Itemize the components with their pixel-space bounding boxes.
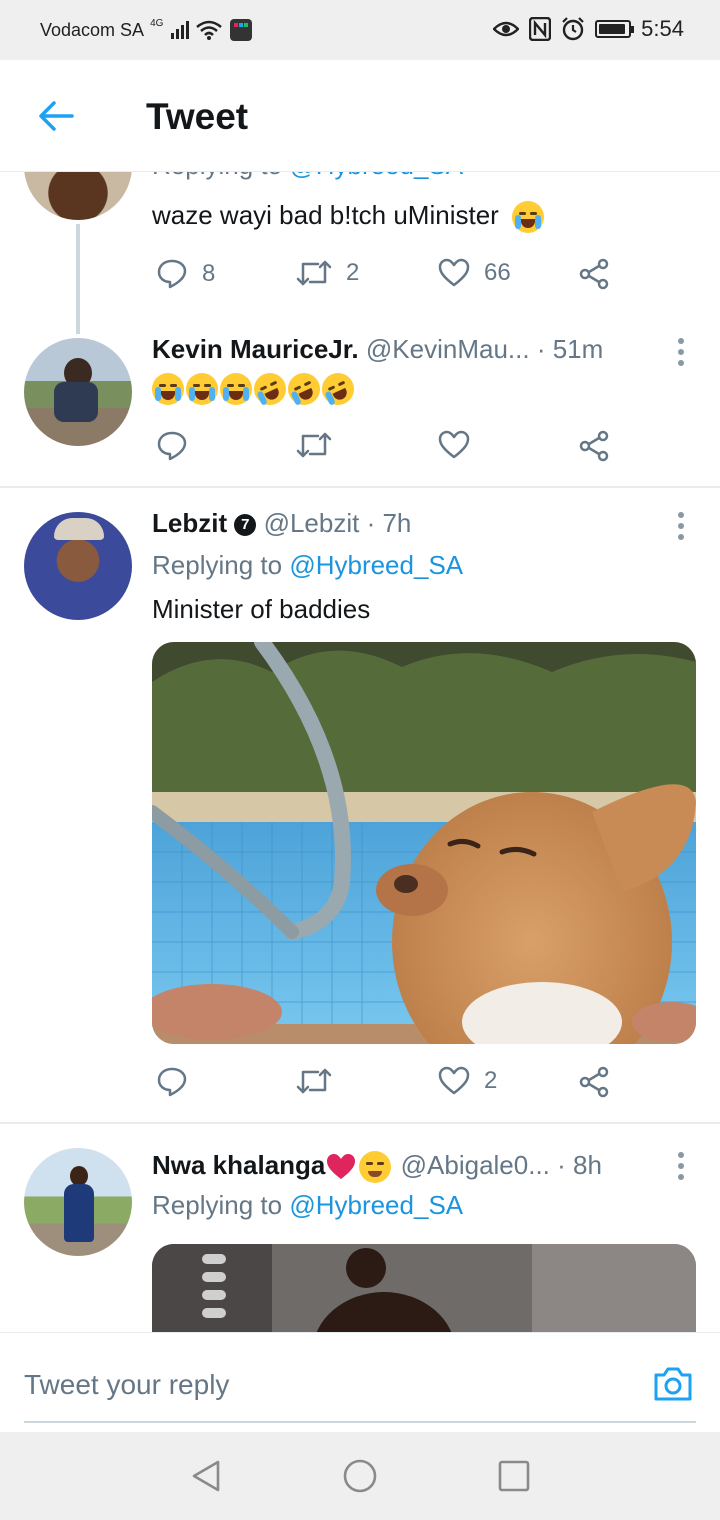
timestamp: · 7h: [366, 508, 412, 538]
back-arrow-icon[interactable]: [36, 96, 76, 136]
tweet-header: Nwa khalanga @Abigale0... · 8h: [152, 1150, 602, 1184]
reply-icon: [157, 431, 187, 461]
tweet-text: [152, 367, 360, 411]
retweet-count: 2: [346, 259, 360, 286]
reply-icon: [157, 259, 187, 289]
retweet-button[interactable]: [296, 430, 346, 460]
reply-button[interactable]: [156, 1066, 202, 1098]
like-count: 66: [484, 259, 511, 286]
heart-icon: [438, 258, 470, 287]
status-bar-left: Vodacom SA 4G: [40, 18, 253, 42]
tweet-text: Minister of baddies: [152, 594, 371, 624]
thread-connector: [76, 224, 80, 334]
tweet-media-image[interactable]: [152, 1244, 696, 1332]
status-bar-right: 5:54: [493, 16, 684, 42]
timestamp: · 51m: [536, 334, 604, 364]
display-name[interactable]: Lebzit: [152, 508, 227, 538]
replying-to: Replying to @Hybreed_SA: [152, 1190, 464, 1220]
status-bar: Vodacom SA 4G 5:54: [0, 0, 720, 60]
handle[interactable]: @KevinMau...: [366, 334, 530, 364]
reply-icon: [157, 1067, 187, 1097]
tweet-media-image[interactable]: [152, 642, 696, 1044]
like-button[interactable]: 2: [438, 1066, 497, 1096]
top-app-bar: Tweet: [0, 60, 720, 172]
carrier-label: Vodacom SA: [40, 19, 145, 40]
alarm-icon: [562, 17, 584, 41]
more-options-icon[interactable]: [678, 512, 686, 540]
reply-button[interactable]: [156, 430, 202, 462]
retweet-button[interactable]: 2: [296, 258, 359, 288]
retweet-button[interactable]: [296, 1066, 346, 1096]
loudly-crying-face-icon: [152, 373, 184, 406]
handle[interactable]: @Lebzit: [264, 508, 360, 538]
heart-icon: [438, 1066, 470, 1095]
badge-icon: 7: [234, 514, 257, 537]
network-type: 4G: [150, 17, 164, 29]
rolling-on-the-floor-laughing-icon: [248, 367, 292, 411]
clock: 5:54: [641, 16, 684, 41]
reply-count: 8: [202, 260, 216, 287]
more-options-icon[interactable]: [678, 338, 686, 366]
like-button[interactable]: 66: [438, 258, 511, 288]
mention-link[interactable]: @Hybreed_SA: [289, 1190, 463, 1220]
mention-link[interactable]: @Hybreed_SA: [289, 550, 463, 580]
reply-composer: Tweet your reply: [0, 1332, 720, 1432]
replying-to: Replying to @Hybreed_SA: [152, 172, 463, 181]
red-heart-icon: [327, 1154, 356, 1180]
rolling-on-the-floor-laughing-icon: [316, 367, 360, 411]
chihuahua-photo: [152, 642, 696, 1044]
loudly-crying-face-icon: [512, 201, 545, 234]
loudly-crying-face-icon: [220, 373, 252, 406]
divider: [0, 1122, 720, 1124]
avatar[interactable]: [24, 172, 132, 220]
retweet-icon: [296, 1068, 332, 1094]
tweet-header: Kevin MauriceJr. @KevinMau... · 51m: [152, 334, 603, 365]
camera-icon[interactable]: [652, 1363, 694, 1405]
share-icon[interactable]: [578, 258, 610, 290]
reply-input[interactable]: Tweet your reply: [24, 1333, 696, 1423]
retweet-icon: [296, 260, 332, 286]
avatar[interactable]: [24, 338, 132, 446]
avatar[interactable]: [24, 512, 132, 620]
more-options-icon[interactable]: [678, 1152, 686, 1180]
signal-icon: [171, 21, 190, 39]
page-title: Tweet: [146, 96, 249, 137]
nav-home-icon[interactable]: [342, 1458, 378, 1494]
reply-feed[interactable]: Replying to @Hybreed_SA waze wayi bad b!…: [0, 172, 720, 1332]
heart-icon: [438, 430, 470, 459]
app-notification-icon: [230, 19, 253, 41]
nav-recents-icon[interactable]: [496, 1458, 532, 1494]
avatar[interactable]: [24, 1148, 132, 1256]
loudly-crying-face-icon: [186, 373, 218, 406]
smiling-face-icon: [359, 1151, 392, 1184]
like-button[interactable]: [438, 430, 484, 460]
display-name[interactable]: Nwa khalanga: [152, 1150, 325, 1180]
tweet-text: waze wayi bad b!tch uMinister: [152, 200, 546, 234]
replying-to: Replying to @Hybreed_SA: [152, 550, 464, 580]
handle[interactable]: @Abigale0...: [401, 1150, 550, 1180]
battery-icon: [595, 20, 635, 38]
wifi-icon: [196, 20, 223, 40]
display-name[interactable]: Kevin MauriceJr.: [152, 334, 359, 364]
eye-icon: [493, 21, 520, 37]
reply-button[interactable]: 8: [156, 258, 215, 290]
retweet-icon: [296, 432, 332, 458]
mention-link[interactable]: @Hybreed_SA: [289, 172, 463, 180]
divider: [0, 486, 720, 488]
like-count: 2: [484, 1067, 498, 1094]
tweet-header: Lebzit 7 @Lebzit · 7h: [152, 508, 411, 539]
share-icon[interactable]: [578, 1066, 610, 1098]
reply-placeholder: Tweet your reply: [24, 1369, 230, 1400]
rolling-on-the-floor-laughing-icon: [282, 367, 326, 411]
timestamp: · 8h: [557, 1150, 602, 1180]
nfc-icon: [529, 17, 552, 41]
woman-photo: [152, 1244, 696, 1332]
system-navigation-bar: [0, 1432, 720, 1520]
share-icon[interactable]: [578, 430, 610, 462]
nav-back-icon[interactable]: [188, 1458, 224, 1494]
